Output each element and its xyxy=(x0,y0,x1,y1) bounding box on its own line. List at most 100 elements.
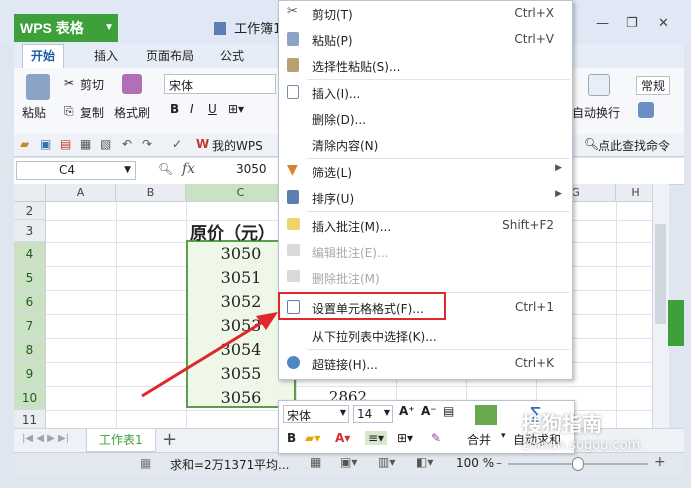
page-layout-view-icon[interactable]: ▣▾ xyxy=(340,455,357,469)
minimize-icon[interactable]: — xyxy=(596,16,609,31)
wrap-text-icon[interactable] xyxy=(588,74,610,96)
column-header-b[interactable]: B xyxy=(116,184,186,202)
submenu-arrow-icon: ▶ xyxy=(555,163,562,173)
menu-item-sort[interactable]: 排序(U) ▶ xyxy=(279,185,570,211)
borders-icon[interactable]: ⊞▾ xyxy=(228,102,244,116)
row-header-3[interactable]: 3 xyxy=(14,220,46,242)
fill-color-icon[interactable]: ▰▾ xyxy=(305,431,320,445)
zoom-slider-thumb[interactable] xyxy=(572,457,584,471)
format-painter-icon[interactable] xyxy=(122,74,142,94)
wps-app-menu-button[interactable]: WPS 表格 ▼ xyxy=(14,14,118,42)
grid-line xyxy=(46,386,652,387)
doc-icon xyxy=(214,22,226,35)
macro-icon[interactable]: ▦ xyxy=(140,456,151,470)
sheet-tab-1[interactable]: 工作表1 xyxy=(86,429,156,452)
sheet-nav-icon[interactable]: |◀ ◀ ▶ ▶| xyxy=(22,433,69,444)
redo-icon[interactable]: ↷ xyxy=(142,137,152,151)
menu-item-filter[interactable]: ▼ 筛选(L) ▶ xyxy=(279,159,570,185)
mini-size-select[interactable]: 14 ▼ xyxy=(353,405,393,423)
borders-icon[interactable]: ⊞▾ xyxy=(397,431,413,445)
save-icon[interactable]: ▣ xyxy=(40,137,51,151)
normal-view-icon[interactable]: ▦ xyxy=(310,455,321,469)
menu-item-paste-special[interactable]: 选择性粘贴(S)... xyxy=(279,53,570,79)
clear-format-icon[interactable]: ▤ xyxy=(443,404,454,418)
export-pdf-icon[interactable]: ▤ xyxy=(60,137,71,151)
tab-insert[interactable]: 插入 xyxy=(94,47,118,64)
cut-button[interactable]: 剪切 xyxy=(80,76,104,93)
add-sheet-icon[interactable]: + xyxy=(162,429,177,450)
tab-home[interactable]: 开始 xyxy=(22,44,65,68)
reading-view-icon[interactable]: ◧▾ xyxy=(416,455,433,469)
column-header-h[interactable]: H xyxy=(616,184,652,202)
paste-button[interactable]: 粘贴 xyxy=(22,104,46,121)
scissors-icon[interactable]: ✂ xyxy=(64,76,74,90)
row-header-10[interactable]: 10 xyxy=(14,386,46,410)
menu-item-clear-contents[interactable]: 清除内容(N) xyxy=(279,132,570,158)
page-break-view-icon[interactable]: ▥▾ xyxy=(378,455,395,469)
mini-font-select[interactable]: 宋体 ▼ xyxy=(283,405,349,423)
print-icon[interactable]: ▦ xyxy=(80,137,91,151)
cell-c3-header[interactable]: 原价（元） xyxy=(190,219,275,244)
copy-icon[interactable]: ⎘ xyxy=(64,104,74,119)
format-brush-icon[interactable]: ✎ xyxy=(431,431,441,445)
my-wps-link[interactable]: 我的WPS xyxy=(212,137,263,154)
decrease-font-icon[interactable]: A⁻ xyxy=(421,404,437,418)
paste-icon xyxy=(287,32,299,46)
pin-icon[interactable]: ✓ xyxy=(172,137,182,151)
menu-item-insert[interactable]: 插入(I)... xyxy=(279,80,570,106)
row-header-8[interactable]: 8 xyxy=(14,338,46,362)
merge-button[interactable]: 合并 xyxy=(467,431,491,448)
menu-item-insert-comment[interactable]: 插入批注(M)... Shift+F2 xyxy=(279,213,570,239)
zoom-out-icon[interactable]: – xyxy=(496,456,502,470)
format-painter-button[interactable]: 格式刷 xyxy=(114,104,150,121)
underline-button[interactable]: U xyxy=(208,102,217,116)
paste-icon[interactable] xyxy=(26,74,50,100)
vertical-scrollbar[interactable] xyxy=(652,184,669,428)
scrollbar-thumb[interactable] xyxy=(655,224,666,324)
font-color-icon[interactable]: A▾ xyxy=(335,431,350,445)
font-name-select[interactable]: 宋体 xyxy=(164,74,276,94)
align-center-icon[interactable]: ≡▾ xyxy=(365,431,388,445)
restore-icon[interactable]: ❐ xyxy=(626,16,638,31)
select-all-corner[interactable] xyxy=(14,184,46,202)
side-panel-toggle[interactable] xyxy=(668,300,684,346)
wrap-text-button[interactable]: 自动换行 xyxy=(572,104,620,121)
tab-page-layout[interactable]: 页面布局 xyxy=(146,47,194,64)
row-header-9[interactable]: 9 xyxy=(14,362,46,386)
number-format-select[interactable]: 常规 xyxy=(636,76,671,95)
menu-item-paste[interactable]: 粘贴(P) Ctrl+V xyxy=(279,27,570,53)
open-icon[interactable]: ▰ xyxy=(20,137,29,151)
menu-item-cut[interactable]: ✂ 剪切(T) Ctrl+X xyxy=(279,1,570,27)
italic-button[interactable]: I xyxy=(190,102,194,116)
row-header-5[interactable]: 5 xyxy=(14,266,46,290)
row-header-6[interactable]: 6 xyxy=(14,290,46,314)
search-icon[interactable]: 🔍︎ xyxy=(584,137,599,151)
mini-bold-icon[interactable]: B xyxy=(287,431,296,445)
undo-icon[interactable]: ↶ xyxy=(122,137,132,151)
menu-item-delete[interactable]: 删除(D)... xyxy=(279,106,570,132)
merge-icon[interactable] xyxy=(475,405,497,425)
row-header-4[interactable]: 4 xyxy=(14,242,46,266)
menu-item-hyperlink[interactable]: 超链接(H)... Ctrl+K xyxy=(279,351,570,377)
tab-formulas[interactable]: 公式 xyxy=(220,47,244,64)
scissors-icon: ✂ xyxy=(287,4,298,19)
zoom-in-icon[interactable]: + xyxy=(654,454,666,470)
copy-button[interactable]: 复制 xyxy=(80,104,104,121)
find-command-input[interactable]: 点此查找命令 xyxy=(598,137,670,154)
row-header-7[interactable]: 7 xyxy=(14,314,46,338)
close-icon[interactable]: ✕ xyxy=(658,16,669,31)
column-header-a[interactable]: A xyxy=(46,184,116,202)
bold-button[interactable]: B xyxy=(170,102,179,116)
name-box[interactable]: C4 ▼ xyxy=(16,161,136,180)
annotation-highlight-box xyxy=(278,292,446,320)
formula-input[interactable]: 3050 xyxy=(236,162,267,176)
zoom-icon[interactable]: 🔍︎ xyxy=(158,162,173,176)
conditional-format-icon[interactable] xyxy=(638,102,654,118)
row-header-11[interactable]: 11 xyxy=(14,410,46,428)
print-preview-icon[interactable]: ▧ xyxy=(100,137,111,151)
increase-font-icon[interactable]: A⁺ xyxy=(399,404,415,418)
menu-item-pick-from-list[interactable]: 从下拉列表中选择(K)... xyxy=(279,323,570,349)
insert-function-icon[interactable]: fx xyxy=(182,161,195,177)
row-header-2[interactable]: 2 xyxy=(14,202,46,220)
zoom-level[interactable]: 100 % xyxy=(456,456,494,470)
